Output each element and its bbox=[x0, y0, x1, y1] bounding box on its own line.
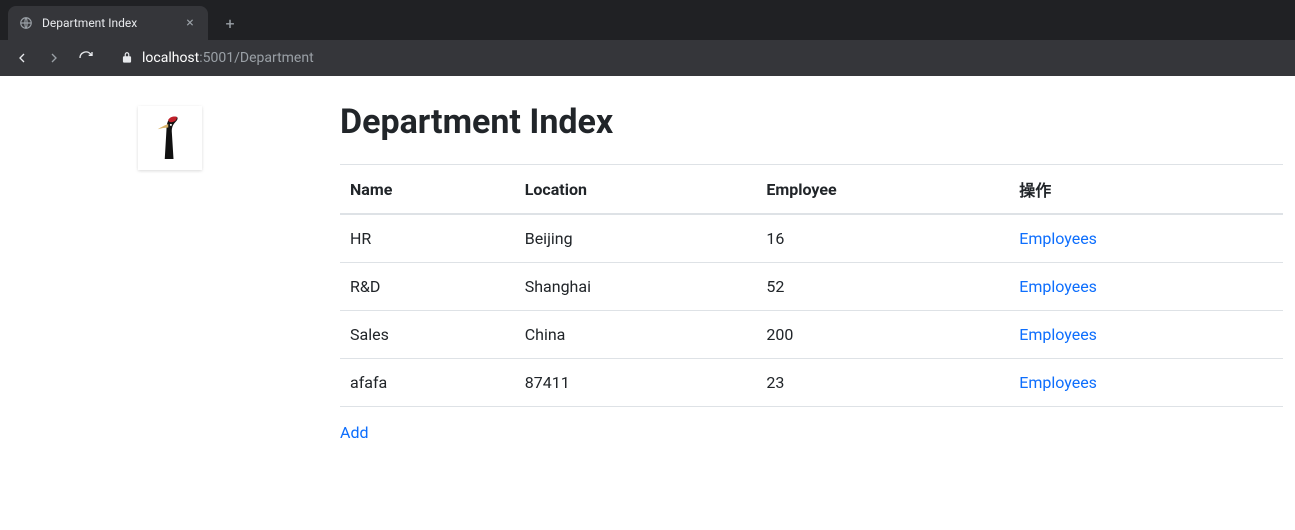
cell-employee: 23 bbox=[756, 359, 1009, 407]
forward-button[interactable] bbox=[40, 44, 68, 72]
col-action: 操作 bbox=[1009, 165, 1283, 215]
cell-name: HR bbox=[340, 214, 515, 263]
sidebar bbox=[0, 100, 340, 442]
table-row: R&D Shanghai 52 Employees bbox=[340, 263, 1283, 311]
cell-name: Sales bbox=[340, 311, 515, 359]
browser-chrome: Department Index × + localhost:5001/Depa… bbox=[0, 0, 1295, 76]
page-body: Department Index Name Location Employee … bbox=[0, 76, 1295, 442]
col-location: Location bbox=[515, 165, 757, 215]
browser-tab[interactable]: Department Index × bbox=[8, 6, 208, 40]
cell-name: afafa bbox=[340, 359, 515, 407]
nav-bar: localhost:5001/Department bbox=[0, 40, 1295, 76]
table-row: HR Beijing 16 Employees bbox=[340, 214, 1283, 263]
table-row: Sales China 200 Employees bbox=[340, 311, 1283, 359]
table-header-row: Name Location Employee 操作 bbox=[340, 165, 1283, 215]
tab-bar: Department Index × + bbox=[0, 0, 1295, 40]
globe-icon bbox=[18, 15, 34, 31]
cell-employee: 52 bbox=[756, 263, 1009, 311]
department-table: Name Location Employee 操作 HR Beijing 16 … bbox=[340, 164, 1283, 407]
url-path: /Department bbox=[234, 50, 314, 66]
back-button[interactable] bbox=[8, 44, 36, 72]
employees-link[interactable]: Employees bbox=[1019, 325, 1097, 344]
cell-location: Beijing bbox=[515, 214, 757, 263]
page-title: Department Index bbox=[340, 102, 1283, 142]
tab-title: Department Index bbox=[42, 16, 174, 30]
employees-link[interactable]: Employees bbox=[1019, 229, 1097, 248]
address-bar[interactable]: localhost:5001/Department bbox=[112, 50, 1287, 66]
url-port: :5001 bbox=[199, 50, 234, 66]
reload-button[interactable] bbox=[72, 44, 100, 72]
col-employee: Employee bbox=[756, 165, 1009, 215]
cell-location: 87411 bbox=[515, 359, 757, 407]
col-name: Name bbox=[340, 165, 515, 215]
url-host: localhost bbox=[142, 50, 199, 66]
new-tab-button[interactable]: + bbox=[216, 9, 244, 37]
lock-icon bbox=[120, 51, 134, 65]
cell-location: China bbox=[515, 311, 757, 359]
url-text: localhost:5001/Department bbox=[142, 50, 314, 66]
cell-name: R&D bbox=[340, 263, 515, 311]
close-icon[interactable]: × bbox=[182, 15, 198, 31]
table-row: afafa 87411 23 Employees bbox=[340, 359, 1283, 407]
main-content: Department Index Name Location Employee … bbox=[340, 100, 1295, 442]
cell-employee: 16 bbox=[756, 214, 1009, 263]
cell-location: Shanghai bbox=[515, 263, 757, 311]
cell-employee: 200 bbox=[756, 311, 1009, 359]
employees-link[interactable]: Employees bbox=[1019, 277, 1097, 296]
logo bbox=[138, 106, 202, 170]
employees-link[interactable]: Employees bbox=[1019, 373, 1097, 392]
add-link[interactable]: Add bbox=[340, 423, 368, 442]
